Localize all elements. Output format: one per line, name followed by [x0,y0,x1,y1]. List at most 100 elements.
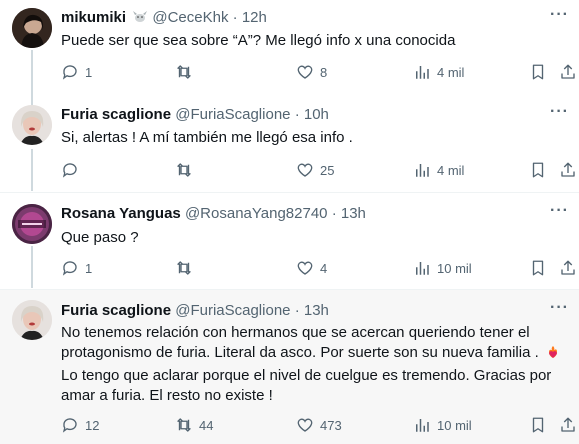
share-icon [561,64,575,79]
bookmark-button[interactable] [529,62,547,82]
like-button[interactable]: 473 [296,415,342,435]
views-icon [416,262,429,275]
tweet-header: Rosana Yanguas @RosanaYang82740 · 13h [61,204,366,224]
reply-button[interactable]: 12 [61,415,99,435]
reply-icon [62,163,77,178]
bookmark-icon [532,64,544,80]
timestamp[interactable]: 12h [242,9,267,26]
bookmark-button[interactable] [529,415,547,435]
handle[interactable]: @CeceKhk [152,9,228,26]
share-icon [561,260,575,275]
like-icon [297,65,313,79]
display-name[interactable]: mikumiki [61,9,126,26]
like-count: 4 [320,260,328,276]
reply-button[interactable] [61,160,85,180]
like-button[interactable]: 8 [296,62,327,82]
retweet-icon [177,261,191,275]
separator: · [294,106,300,123]
bookmark-button[interactable] [529,258,547,278]
reply-count: 1 [85,260,93,276]
retweet-button[interactable] [175,160,199,180]
tweet-header: Furia scaglione @FuriaScaglione · 10h [61,105,329,125]
separator: · [294,302,300,319]
separator: · [232,9,238,26]
display-name[interactable]: Furia scaglione [61,106,171,123]
reply-count: 1 [85,64,93,80]
tweet-text-line: Lo tengo que aclarar porque el nivel de … [61,367,552,384]
reply-count: 12 [85,417,100,433]
like-icon [297,261,313,275]
like-count: 8 [320,64,328,80]
action-bar: 25 4 mil [61,160,579,180]
reply-icon [62,418,77,433]
more-options-button[interactable]: ··· [550,103,569,121]
views-button[interactable]: 4 mil [413,160,464,180]
action-bar: 1 8 4 mil [61,62,579,82]
retweet-button[interactable] [175,258,199,278]
display-name[interactable]: Rosana Yanguas [61,205,181,222]
retweet-count: 44 [199,417,214,433]
timestamp[interactable]: 13h [304,302,329,319]
tweet-mikumiki[interactable]: mikumiki @CeceKhk · 12h ··· Puede ser qu… [0,0,579,97]
handle[interactable]: @RosanaYang82740 [185,205,328,222]
heart-fire-emoji-icon [545,344,561,366]
retweet-icon [177,418,191,432]
tweet-text-line: amar a furia. El resto no existe ! [61,387,273,404]
views-count: 10 mil [437,417,472,433]
retweet-icon [177,65,191,79]
bookmark-icon [532,162,544,178]
retweet-button[interactable] [175,62,199,82]
views-button[interactable]: 4 mil [413,62,464,82]
views-button[interactable]: 10 mil [413,415,472,435]
goat-badge-icon [132,10,148,30]
tweet-text-line-content: protagonismo de furia. Literal da asco. … [61,344,539,361]
retweet-button[interactable]: 44 [175,415,213,435]
tweet-text-line: No tenemos relación con hermanos que se … [61,324,530,341]
tweet-header: mikumiki @CeceKhk · 12h [61,8,267,30]
views-count: 10 mil [437,260,472,276]
share-button[interactable] [559,62,577,82]
more-options-button[interactable]: ··· [550,6,569,24]
more-options-button[interactable]: ··· [550,202,569,220]
like-count: 473 [320,417,342,433]
views-icon [416,66,429,79]
separator: · [331,205,337,222]
reply-button[interactable]: 1 [61,62,92,82]
timestamp[interactable]: 10h [304,106,329,123]
views-count: 4 mil [437,64,465,80]
tweet-furia-main[interactable]: Furia scaglione @FuriaScaglione · 13h ··… [0,290,579,444]
timestamp[interactable]: 13h [341,205,366,222]
share-button[interactable] [559,160,577,180]
tweet-text: Que paso ? [61,229,139,246]
bookmark-icon [532,417,544,433]
display-name[interactable]: Furia scaglione [61,302,171,319]
tweet-text: Si, alertas ! A mí también me llegó esa … [61,129,353,146]
share-button[interactable] [559,258,577,278]
handle[interactable]: @FuriaScaglione [175,302,290,319]
views-button[interactable]: 10 mil [413,258,472,278]
tweet-furia-reply[interactable]: Furia scaglione @FuriaScaglione · 10h ··… [0,97,579,192]
handle[interactable]: @FuriaScaglione [175,106,290,123]
tweet-text: No tenemos relación con hermanos que se … [61,323,565,406]
like-count: 25 [320,162,335,178]
share-button[interactable] [559,415,577,435]
like-button[interactable]: 4 [296,258,327,278]
bookmark-button[interactable] [529,160,547,180]
views-count: 4 mil [437,162,465,178]
avatar[interactable] [12,8,52,48]
reply-button[interactable]: 1 [61,258,92,278]
avatar[interactable] [12,204,52,244]
action-bar: 12 44 473 10 mil [61,415,579,435]
avatar[interactable] [12,105,52,145]
tweet-text-line: protagonismo de furia. Literal da asco. … [61,343,565,366]
tweet-text: Puede ser que sea sobre “A”? Me llegó in… [61,32,456,49]
like-button[interactable]: 25 [296,160,334,180]
views-icon [416,164,429,177]
like-icon [297,418,313,432]
tweet-rosana[interactable]: Rosana Yanguas @RosanaYang82740 · 13h ··… [0,193,579,289]
more-options-button[interactable]: ··· [550,299,569,317]
bookmark-icon [532,260,544,276]
retweet-icon [177,163,191,177]
action-bar: 1 4 10 mil [61,258,579,278]
avatar[interactable] [12,300,52,340]
